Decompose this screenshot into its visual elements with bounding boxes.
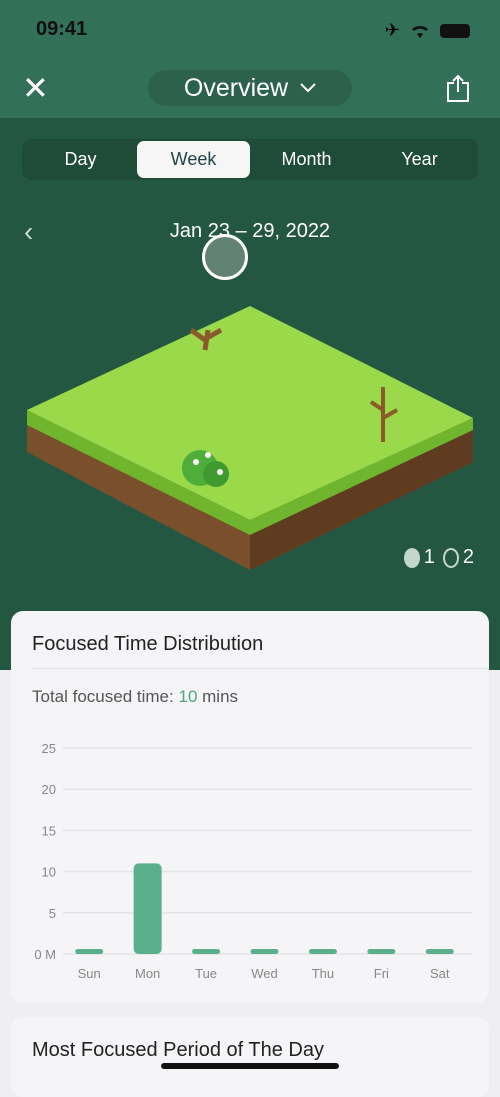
card-title: Most Focused Period of The Day [32,1039,324,1061]
x-tick-label: Sun [78,966,101,981]
overview-dropdown[interactable]: Overview [148,70,352,106]
wifi-icon [412,25,428,38]
x-tick-label: Sat [430,966,450,981]
total-value: 10 [178,687,198,706]
total-label: Total focused time: [32,687,174,706]
card-title: Focused Time Distribution [32,633,264,655]
x-tick-label: Fri [374,966,389,981]
airplane-icon: ✈ [384,20,400,40]
y-tick-label: 0 M [34,947,56,962]
leaf-icon [403,547,420,568]
bar [192,949,221,954]
x-tick-label: Tue [195,966,217,981]
y-tick-label: 10 [42,865,56,880]
leaf-outline-icon [442,547,459,568]
share-icon[interactable] [446,74,470,102]
bar [425,949,454,954]
divider [32,668,489,669]
bar [75,949,104,954]
tab-year[interactable]: Year [363,141,476,178]
touch-indicator [202,234,248,280]
y-tick-label: 25 [42,741,56,756]
date-range: Jan 23 – 29, 2022 [169,220,331,242]
x-tick-label: Mon [135,966,160,981]
forest-island [27,306,473,570]
dead-tree-count: 2 [442,546,474,569]
page-title: Overview [183,73,289,102]
tab-week[interactable]: Week [137,141,250,178]
y-tick-label: 15 [42,823,56,838]
x-tick-label: Thu [312,966,334,981]
y-tick-label: 5 [49,906,56,921]
focused-period-card: Most Focused Period of The Day [11,1017,489,1097]
battery-icon [440,23,470,38]
total-focused-time: Total focused time: 10 mins [32,687,238,707]
y-tick-label: 20 [42,782,56,797]
healthy-tree-count: 1 [403,546,435,569]
tree-counts: 1 2 [403,546,474,569]
focus-bar-chart: 0 M 5 10 15 20 25 Sun Mon Tue Wed Thu Fri Sat [34,741,472,981]
tab-day[interactable]: Day [24,141,137,178]
home-indicator [161,1063,339,1069]
chevron-down-icon [300,83,316,93]
status-icons: ✈ [385,20,470,41]
healthy-count: 1 [423,546,435,568]
close-icon[interactable]: ✕ [22,72,49,104]
bar [367,949,396,954]
total-unit: mins [202,687,239,706]
bar [308,949,337,954]
bar [133,863,162,954]
x-tick-label: Wed [251,966,278,981]
dead-count: 2 [462,546,474,568]
status-time: 09:41 [36,18,88,40]
bar [250,949,279,954]
period-segmented-control: Day Week Month Year [22,139,478,180]
tab-month[interactable]: Month [250,141,363,178]
